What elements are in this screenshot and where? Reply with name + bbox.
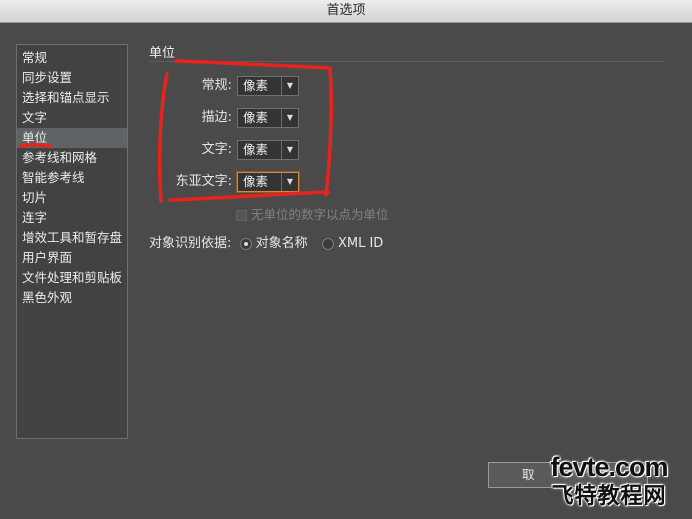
annotation-left-bracket [157,72,169,203]
watermark-domain: fevte.com [550,452,668,482]
site-watermark: fevte.com 飞特教程网 [526,452,692,519]
annotation-sidebar-mark [19,143,52,148]
annotation-bracket [174,59,333,197]
red-annotation-marks [19,59,333,203]
annotation-underline [168,190,330,202]
watermark-site-name: 飞特教程网 [551,483,667,508]
